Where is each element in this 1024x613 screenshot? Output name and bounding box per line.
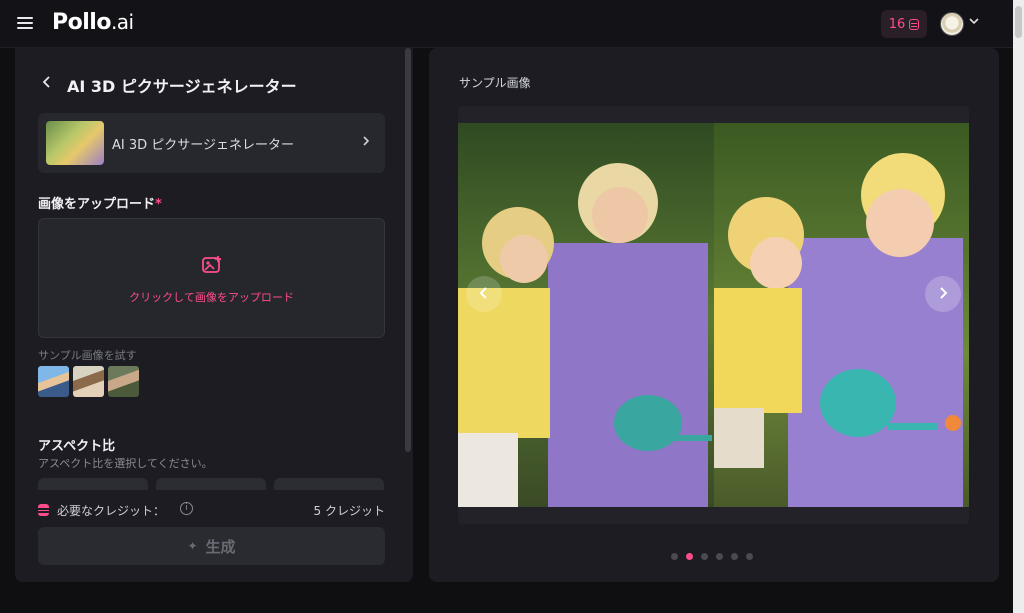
carousel-dot[interactable]	[701, 553, 708, 560]
carousel-dot[interactable]	[671, 553, 678, 560]
sample-carousel	[458, 106, 969, 524]
carousel-dot[interactable]	[746, 553, 753, 560]
chevron-right-icon	[361, 132, 371, 151]
carousel-prev-button[interactable]	[466, 276, 502, 312]
cost-label: 必要なクレジット：	[57, 504, 166, 518]
carousel-dot-active[interactable]	[686, 553, 693, 560]
sample-image-thumb[interactable]	[38, 366, 69, 397]
page-scrollbar[interactable]	[1013, 0, 1024, 613]
tool-thumbnail	[46, 121, 104, 165]
generate-label: 生成	[205, 537, 236, 556]
upload-label: 画像をアップロード*	[38, 197, 162, 212]
image-upload-icon	[201, 255, 223, 275]
info-icon[interactable]: i	[180, 502, 193, 515]
page-title: AI 3D ピクサージェネレーター	[67, 77, 297, 96]
avatar[interactable]	[940, 12, 964, 36]
carousel-pagination	[671, 553, 753, 560]
top-bar: Pollo.ai 16	[0, 0, 1024, 48]
upload-hint: クリックして画像をアップロード	[129, 291, 294, 304]
generator-panel: AI 3D ピクサージェネレーター AI 3D ピクサージェネレーター 画像をア…	[15, 48, 413, 582]
coin-stack-icon	[909, 18, 920, 30]
tool-selector-card[interactable]: AI 3D ピクサージェネレーター	[38, 113, 385, 173]
generate-footer: 必要なクレジット： i 5 クレジット ✦ 生成	[15, 490, 413, 582]
generate-button[interactable]: ✦ 生成	[38, 527, 385, 565]
carousel-dot[interactable]	[731, 553, 738, 560]
before-after-sample-image	[458, 123, 969, 507]
sample-image-thumb[interactable]	[108, 366, 139, 397]
panel-scrollbar[interactable]	[405, 48, 411, 452]
aspect-ratio-hint: アスペクト比を選択してください。	[38, 457, 213, 470]
sparkle-icon: ✦	[187, 539, 198, 553]
carousel-next-button[interactable]	[925, 276, 961, 312]
aspect-ratio-label: アスペクト比	[38, 439, 116, 454]
sample-image-list	[38, 366, 139, 397]
hamburger-icon[interactable]	[14, 14, 36, 34]
logo[interactable]: Pollo.ai	[52, 10, 134, 35]
cost-value: 5 クレジット	[313, 504, 385, 518]
sample-try-label: サンプル画像を試す	[38, 349, 137, 362]
credit-count: 16	[888, 16, 906, 32]
sample-panel: サンプル画像	[429, 48, 999, 582]
tool-card-label: AI 3D ピクサージェネレーター	[112, 138, 295, 153]
sample-title: サンプル画像	[459, 76, 531, 90]
image-upload-dropzone[interactable]: クリックして画像をアップロード	[38, 218, 385, 338]
carousel-dot[interactable]	[716, 553, 723, 560]
sample-image-thumb[interactable]	[73, 366, 104, 397]
back-chevron-icon[interactable]	[41, 70, 53, 94]
credit-balance-badge[interactable]: 16	[881, 10, 927, 38]
chevron-down-icon[interactable]	[969, 15, 979, 25]
coin-stack-icon	[38, 504, 49, 516]
